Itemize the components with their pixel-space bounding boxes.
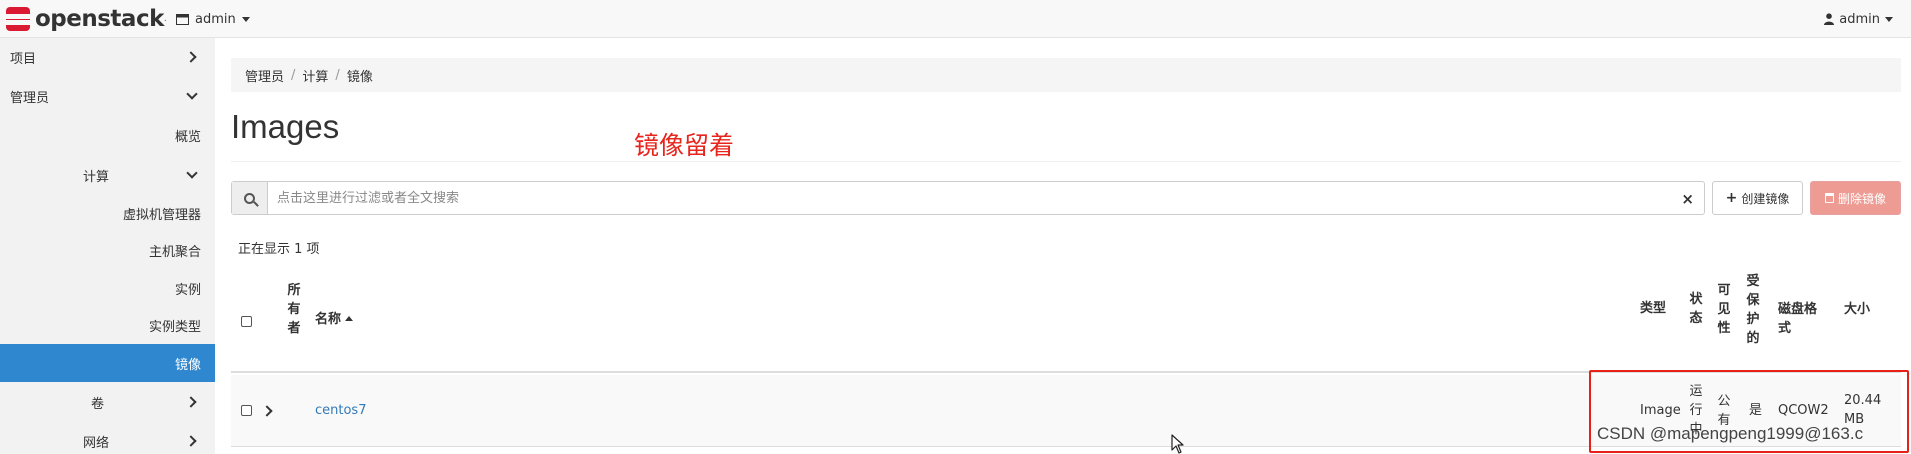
breadcrumb-item[interactable]: 计算 — [302, 66, 328, 85]
filter-bar: × — [231, 181, 1705, 215]
breadcrumb-item[interactable]: 管理员 — [245, 66, 284, 85]
plus-icon: + — [1725, 190, 1738, 206]
sidebar-item-flavors[interactable]: 实例类型 — [0, 306, 215, 344]
sidebar-item-volumes[interactable]: 卷 — [0, 383, 215, 421]
sidebar-item-label: 计算 — [83, 169, 110, 185]
sidebar-item-label: 管理员 — [10, 90, 50, 106]
col-size[interactable]: 大小 — [1844, 300, 1870, 319]
expand-row-chevron-icon[interactable] — [261, 405, 273, 417]
sidebar-item-hypervisors[interactable]: 虚拟机管理器 — [0, 194, 215, 232]
caret-down-icon — [1885, 16, 1893, 22]
breadcrumb-item-current: 镜像 — [346, 69, 373, 85]
chevron-right-icon — [184, 50, 199, 64]
sort-ascending-icon — [345, 316, 354, 321]
annotation-note: 镜像留着 — [634, 131, 735, 160]
col-type[interactable]: 类型 — [1640, 299, 1666, 318]
col-owner[interactable]: 所有者 — [287, 281, 301, 338]
row-checkbox[interactable] — [241, 405, 252, 416]
row-name-link[interactable]: centos7 — [315, 401, 366, 420]
sidebar-item-host-aggregates[interactable]: 主机聚合 — [0, 231, 215, 269]
delete-images-label: 删除镜像 — [1837, 191, 1886, 206]
sidebar-item-label: 镜像 — [174, 357, 201, 373]
sidebar-item-project[interactable]: 项目 — [0, 38, 215, 76]
user-dropdown-label: admin — [1839, 11, 1880, 27]
col-visibility[interactable]: 可见性 — [1717, 281, 1731, 338]
sidebar-item-label: 网络 — [83, 435, 110, 451]
search-input[interactable] — [269, 182, 1659, 214]
chevron-right-icon — [184, 395, 199, 409]
caret-down-icon — [241, 16, 250, 22]
create-image-button[interactable]: + 创建镜像 — [1712, 181, 1803, 215]
table-header: 所有者 名称 类型 状态 可见性 受保护的 磁盘格式 大小 — [231, 268, 1901, 373]
item-count: 正在显示 1 项 — [238, 242, 320, 257]
sidebar-item-label: 实例类型 — [148, 319, 201, 335]
sidebar-item-images[interactable]: 镜像 — [0, 344, 215, 382]
sidebar-item-admin[interactable]: 管理员 — [0, 77, 215, 115]
sidebar-item-label: 概览 — [174, 129, 201, 145]
col-name-label: 名称 — [315, 312, 342, 327]
sidebar: 项目 管理员 概览 计算 虚拟机管理器 主机聚合 实例 实例类型 镜像 卷 网络 — [0, 38, 215, 454]
sidebar-item-label: 项目 — [10, 51, 37, 67]
col-disk-format[interactable]: 磁盘格式 — [1778, 300, 1824, 338]
page-title: Images — [231, 108, 340, 145]
create-image-label: 创建镜像 — [1741, 191, 1790, 206]
select-all-checkbox[interactable] — [241, 316, 252, 327]
col-protected[interactable]: 受保护的 — [1746, 272, 1760, 348]
sidebar-item-network[interactable]: 网络 — [0, 422, 215, 454]
sidebar-item-compute[interactable]: 计算 — [0, 156, 215, 194]
chevron-down-icon — [185, 87, 199, 103]
delete-images-button[interactable]: 删除镜像 — [1810, 181, 1901, 215]
title-divider — [231, 161, 1901, 162]
clear-filter-icon[interactable]: × — [1681, 190, 1694, 208]
project-dropdown-label: admin — [195, 11, 236, 27]
sidebar-item-overview[interactable]: 概览 — [0, 116, 215, 154]
sidebar-item-label: 主机聚合 — [148, 244, 201, 260]
openstack-logo[interactable]: openstack. — [4, 4, 167, 34]
project-dropdown[interactable]: admin — [176, 0, 250, 38]
user-dropdown[interactable]: admin — [1824, 0, 1893, 38]
trash-icon — [1824, 193, 1834, 203]
watermark: CSDN @mapengpeng1999@163.c — [1597, 424, 1864, 443]
sidebar-item-instances[interactable]: 实例 — [0, 269, 215, 307]
sidebar-item-label: 虚拟机管理器 — [122, 207, 201, 223]
sidebar-item-label: 实例 — [174, 282, 201, 298]
openstack-logo-icon — [4, 5, 32, 33]
top-navbar: openstack. admin admin — [0, 0, 1911, 38]
logo-text: openstack — [35, 6, 164, 32]
search-icon — [232, 182, 268, 214]
col-status[interactable]: 状态 — [1689, 290, 1703, 328]
chevron-down-icon — [185, 166, 199, 182]
breadcrumb: 管理员 / 计算 / 镜像 — [231, 58, 1901, 92]
chevron-right-icon — [184, 434, 199, 448]
col-name[interactable]: 名称 — [315, 310, 354, 329]
sidebar-item-label: 卷 — [91, 396, 105, 412]
project-icon — [176, 13, 189, 25]
user-icon — [1824, 13, 1835, 25]
mouse-cursor-icon — [1171, 434, 1184, 454]
